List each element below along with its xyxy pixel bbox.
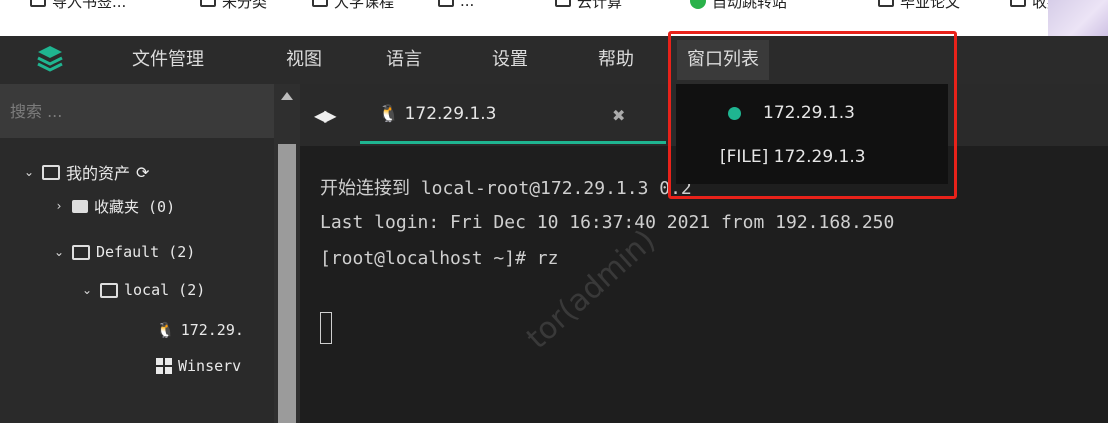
close-icon[interactable]: ✖ [612, 106, 625, 125]
tab-nav-arrows-icon[interactable]: ◀▶ [314, 106, 337, 125]
tree-label: 收藏夹 (0) [94, 197, 176, 216]
bookmark-thesis[interactable]: 毕业论文 [878, 0, 960, 12]
folder-open-icon [72, 244, 90, 260]
tree-label: 我的资产 [66, 164, 131, 183]
asset-tree: ⌄ 我的资产 ⟳ › 收藏夹 (0) ⌄ Default (2) ⌄ local… [0, 138, 274, 423]
linux-icon: 🐧 [378, 104, 405, 124]
sidebar-scrollbar[interactable] [274, 84, 300, 423]
folder-icon [72, 199, 88, 213]
scrollbar-thumb[interactable] [278, 144, 296, 423]
terminal-cursor [320, 312, 332, 344]
tree-node-local[interactable]: ⌄ local (2) [80, 276, 205, 304]
bookmark-label: 导入书签... [52, 0, 127, 11]
menu-help[interactable]: 帮助 [598, 36, 634, 84]
tree-label: 172.29. [180, 321, 244, 339]
terminal-line: 开始连接到 local-root@172.29.1.3 0.2 [320, 178, 692, 199]
folder-icon [438, 0, 454, 7]
tree-node-host-linux[interactable]: 🐧 172.29. [156, 316, 244, 344]
bookmark-label: 毕业论文 [900, 0, 961, 11]
bookmark-misc[interactable]: ... [438, 0, 474, 12]
bookmark-label: ... [460, 0, 475, 10]
bookmark-cloud[interactable]: 云计算 [555, 0, 622, 12]
menu-file-manager[interactable]: 文件管理 [132, 36, 204, 84]
scroll-up-arrow-icon[interactable] [281, 92, 293, 100]
highlight-box [668, 31, 957, 199]
refresh-icon[interactable]: ⟳ [136, 163, 149, 182]
bookmark-label: 未分类 [222, 0, 268, 11]
folder-open-icon [42, 164, 60, 180]
menu-view[interactable]: 视图 [286, 36, 322, 84]
folder-icon [878, 0, 894, 7]
terminal-line: Last login: Fri Dec 10 16:37:40 2021 fro… [320, 212, 895, 233]
linux-icon: 🐧 [156, 321, 175, 339]
chevron-down-icon[interactable]: ⌄ [52, 245, 66, 259]
menu-settings[interactable]: 设置 [492, 36, 528, 84]
bookmark-label: 云计算 [577, 0, 623, 11]
tree-node-default[interactable]: ⌄ Default (2) [52, 238, 195, 266]
chevron-down-icon[interactable]: ⌄ [22, 165, 36, 179]
bookmark-import[interactable]: 导入书签... [30, 0, 126, 12]
asset-search-box [0, 84, 274, 139]
tree-label: Winserv [178, 357, 242, 375]
menu-language[interactable]: 语言 [386, 36, 422, 84]
folder-icon [30, 0, 46, 7]
tree-label: local (2) [124, 281, 206, 299]
bookmark-label: 大学课程 [334, 0, 395, 11]
folder-icon [312, 0, 328, 7]
chevron-right-icon[interactable]: › [52, 199, 66, 213]
tab-session-active[interactable]: 🐧 172.29.1.3 ✖ [360, 84, 666, 144]
tree-node-host-windows[interactable]: Winserv [156, 352, 241, 380]
windows-icon [156, 358, 172, 374]
folder-open-icon [100, 282, 118, 298]
chevron-down-icon[interactable]: ⌄ [80, 283, 94, 297]
profile-image [1048, 0, 1108, 36]
folder-icon [555, 0, 571, 7]
bookmark-label: 自动跳转站 [712, 0, 788, 11]
tree-node-my-assets[interactable]: ⌄ 我的资产 ⟳ [22, 158, 149, 186]
app-logo-icon [37, 46, 63, 72]
tab-active-indicator [360, 141, 666, 144]
tab-label: 🐧 172.29.1.3 [378, 104, 497, 124]
folder-icon [200, 0, 216, 7]
tree-node-favorites[interactable]: › 收藏夹 (0) [52, 192, 176, 220]
terminal-line: [root@localhost ~]# rz [320, 248, 559, 269]
bookmark-jump[interactable]: 自动跳转站 [690, 0, 787, 12]
site-icon [690, 0, 706, 9]
bookmark-unsorted[interactable]: 未分类 [200, 0, 267, 12]
asset-search-input[interactable] [0, 84, 274, 138]
bookmark-courses[interactable]: 大学课程 [312, 0, 394, 12]
folder-icon [1010, 0, 1026, 7]
tab-title: 172.29.1.3 [404, 104, 497, 124]
tree-label: Default (2) [96, 243, 196, 261]
